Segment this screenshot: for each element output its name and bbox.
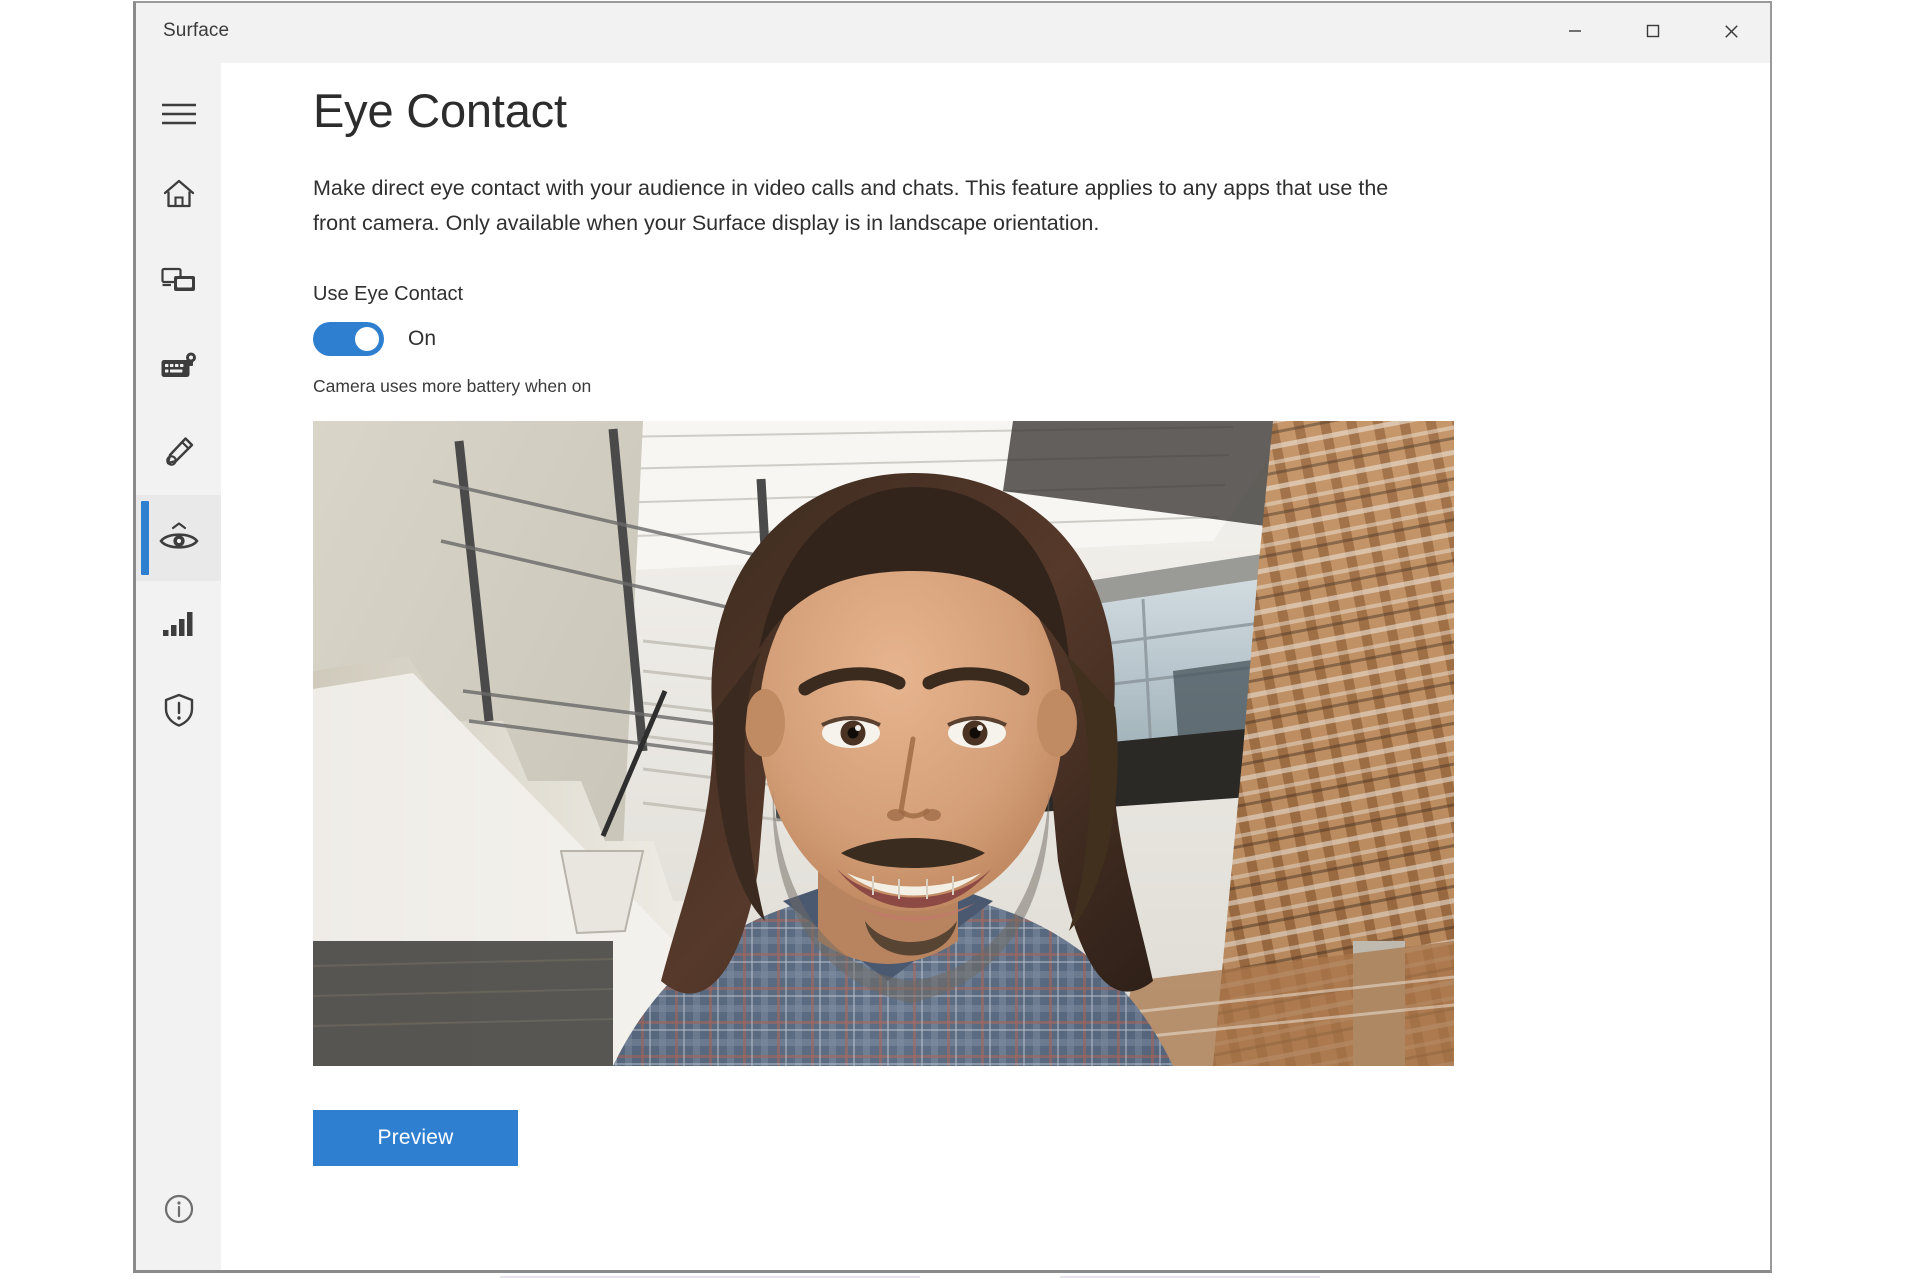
navigation-sidebar — [136, 63, 221, 1270]
sidebar-item-devices[interactable] — [136, 237, 221, 323]
preview-button[interactable]: Preview — [313, 1109, 518, 1166]
signal-bars-icon — [162, 612, 192, 636]
toggle-state-label: On — [408, 326, 437, 350]
page-artifact-right — [1060, 1276, 1320, 1278]
surface-app-window: Surface Eye Contact Make direct eye cont… — [133, 1, 1772, 1273]
sidebar-item-warranty[interactable] — [136, 667, 221, 753]
sidebar-item-eye-contact[interactable] — [136, 495, 221, 581]
shield-alert-icon — [164, 693, 193, 727]
camera-preview-image — [313, 420, 1454, 1066]
eye-contact-toggle-row: On — [313, 321, 1730, 356]
sidebar-item-menu[interactable] — [136, 77, 221, 151]
eye-contact-icon — [158, 522, 199, 549]
toggle-knob — [355, 326, 379, 351]
sidebar-item-connections[interactable] — [136, 581, 221, 667]
sidebar-item-pen[interactable] — [136, 409, 221, 495]
home-icon — [163, 179, 194, 208]
window-body: Eye Contact Make direct eye contact with… — [136, 63, 1770, 1270]
maximize-button[interactable] — [1614, 3, 1692, 59]
hamburger-menu-icon — [161, 103, 196, 125]
sidebar-item-home[interactable] — [136, 151, 221, 237]
window-title: Surface — [163, 20, 230, 41]
page-description: Make direct eye contact with your audien… — [313, 175, 1389, 235]
battery-hint: Camera uses more battery when on — [313, 375, 592, 396]
camera-preview — [313, 420, 1454, 1066]
content-pane: Eye Contact Make direct eye contact with… — [221, 63, 1770, 1270]
close-button[interactable] — [1692, 3, 1770, 59]
pen-icon — [165, 437, 193, 466]
minimize-icon — [1569, 30, 1581, 32]
title-bar: Surface — [136, 3, 1770, 63]
sidebar-item-keyboard[interactable] — [136, 323, 221, 409]
devices-icon — [160, 267, 195, 291]
page-artifact-left — [500, 1276, 920, 1278]
minimize-button[interactable] — [1536, 3, 1614, 59]
caption-button-group — [1536, 3, 1770, 59]
eye-contact-toggle[interactable] — [313, 321, 384, 356]
close-icon — [1724, 24, 1738, 38]
sidebar-item-about[interactable] — [136, 1166, 221, 1252]
page-title: Eye Contact — [313, 84, 567, 137]
info-circle-icon — [164, 1194, 193, 1224]
keyboard-pen-icon — [161, 352, 196, 377]
maximize-icon — [1646, 24, 1660, 38]
setting-label: Use Eye Contact — [313, 282, 464, 305]
